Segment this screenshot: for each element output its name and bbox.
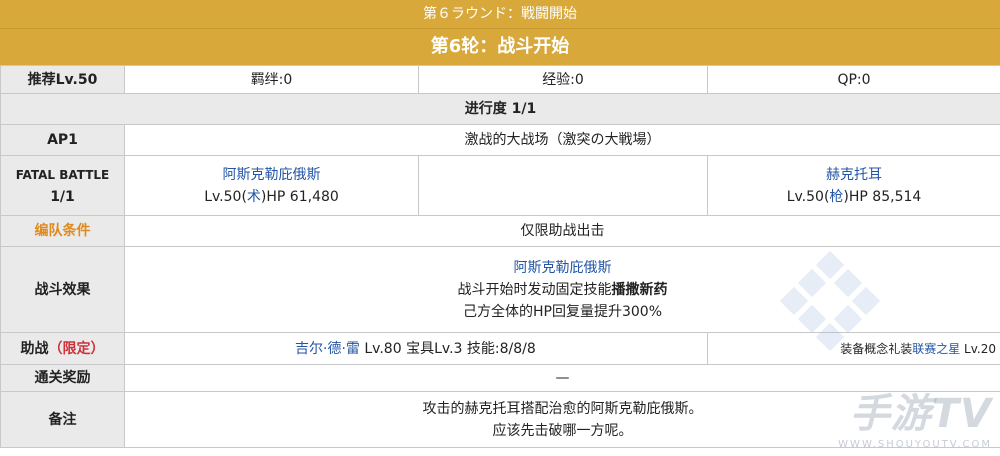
fatal-battle-label: FATAL BATTLE 1/1 — [0, 155, 125, 216]
effect-line-3: 己方全体的HP回复量提升300% — [463, 303, 662, 320]
effect-row: 战斗效果 阿斯克勒庇俄斯 战斗开始时发动固定技能播撒新药 己方全体的HP回复量提… — [0, 246, 1000, 333]
note-row: 备注 攻击的赫克托耳搭配治愈的阿斯克勒庇俄斯。 应该先击破哪一方呢。 — [0, 391, 1000, 448]
effect-desc: 战斗开始时发动固定技能 — [457, 281, 612, 298]
effect-skill: 播撒新药 — [611, 281, 668, 298]
stage-name: 激战的大战场（激突の大戦場） — [124, 124, 1000, 156]
enemy-2-cell: 赫克托耳 Lv.50(枪)HP 85,514 — [707, 155, 1000, 216]
enemy-empty-cell — [418, 155, 708, 216]
fatal-battle-count: 1/1 — [50, 188, 75, 205]
summary-row: 推荐Lv.50 羁绊:0 经验:0 QP:0 — [0, 65, 1000, 94]
enemy-1-cell: 阿斯克勒庇俄斯 Lv.50(术)HP 61,480 — [124, 155, 419, 216]
round-title-cn: 第6轮：战斗开始 — [430, 36, 570, 57]
enemy-2-stats: Lv.50(枪)HP 85,514 — [712, 186, 996, 208]
ap-label: AP1 — [0, 124, 125, 156]
support-ce-prefix: 装备概念礼装 — [840, 341, 913, 356]
effect-source[interactable]: 阿斯克勒庇俄斯 — [129, 257, 996, 279]
note-line-2: 应该先击破哪一方呢。 — [492, 422, 633, 439]
note-line-1: 攻击的赫克托耳搭配治愈的阿斯克勒庇俄斯。 — [422, 400, 703, 417]
ap-row: AP1 激战的大战场（激突の大戦場） — [0, 124, 1000, 156]
enemy-2-name[interactable]: 赫克托耳 — [712, 164, 996, 186]
recommend-level: 推荐Lv.50 — [0, 65, 125, 94]
support-servant-cell: 吉尔·德·雷 Lv.80 宝具Lv.3 技能:8/8/8 — [124, 332, 708, 365]
round-banner: 第６ラウンド：戦闘開始 第6轮：战斗开始 — [0, 0, 1000, 65]
enemy-1-lv: Lv.50( — [204, 188, 247, 205]
support-servant[interactable]: 吉尔·德·雷 — [295, 341, 360, 357]
note-label: 备注 — [0, 391, 125, 448]
reward-label: 通关奖励 — [0, 364, 125, 392]
support-ce-level: Lv.20 — [960, 341, 996, 356]
note-cell: 攻击的赫克托耳搭配治愈的阿斯克勒庇俄斯。 应该先击破哪一方呢。 — [124, 391, 1000, 448]
formation-label: 编队条件 — [0, 215, 125, 247]
battle-info-table: 推荐Lv.50 羁绊:0 经验:0 QP:0 进行度 1/1 AP1 激战的大战… — [0, 65, 1000, 448]
fatal-battle-row: FATAL BATTLE 1/1 阿斯克勒庇俄斯 Lv.50(术)HP 61,4… — [0, 155, 1000, 216]
effect-line-2: 战斗开始时发动固定技能播撒新药 — [129, 279, 996, 301]
effect-cell: 阿斯克勒庇俄斯 战斗开始时发动固定技能播撒新药 己方全体的HP回复量提升300% — [124, 246, 1000, 333]
progress-label: 进行度 1/1 — [0, 93, 1000, 125]
support-label: 助战 — [20, 340, 49, 357]
enemy-2-lv: Lv.50( — [786, 188, 830, 205]
reward-value: — — [124, 364, 1000, 392]
formation-row: 编队条件 仅限助战出击 — [0, 215, 1000, 247]
enemy-1-stats: Lv.50(术)HP 61,480 — [129, 186, 414, 208]
fatal-battle-title: FATAL BATTLE — [15, 167, 110, 182]
enemy-1-name[interactable]: 阿斯克勒庇俄斯 — [129, 164, 414, 186]
round-title-jp: 第６ラウンド：戦闘開始 — [0, 0, 1000, 29]
effect-label: 战斗效果 — [0, 246, 125, 333]
support-limited: （限定） — [48, 340, 105, 357]
exp-value: 经验:0 — [418, 65, 708, 94]
enemy-1-class[interactable]: 术 — [247, 189, 261, 205]
formation-value: 仅限助战出击 — [124, 215, 1000, 247]
support-ce-name[interactable]: 联赛之星 — [912, 342, 960, 356]
enemy-2-hp: )HP 85,514 — [843, 188, 922, 205]
qp-value: QP:0 — [707, 65, 1000, 94]
progress-row: 进行度 1/1 — [0, 93, 1000, 125]
support-detail: Lv.80 宝具Lv.3 技能:8/8/8 — [359, 340, 536, 357]
reward-row: 通关奖励 — — [0, 364, 1000, 392]
support-ce-cell: 装备概念礼装联赛之星 Lv.20 — [707, 332, 1000, 365]
enemy-1-hp: )HP 61,480 — [260, 188, 339, 205]
enemy-2-class[interactable]: 枪 — [829, 189, 843, 205]
support-label-cell: 助战（限定） — [0, 332, 125, 365]
support-row: 助战（限定） 吉尔·德·雷 Lv.80 宝具Lv.3 技能:8/8/8 装备概念… — [0, 332, 1000, 365]
bond-value: 羁绊:0 — [124, 65, 419, 94]
